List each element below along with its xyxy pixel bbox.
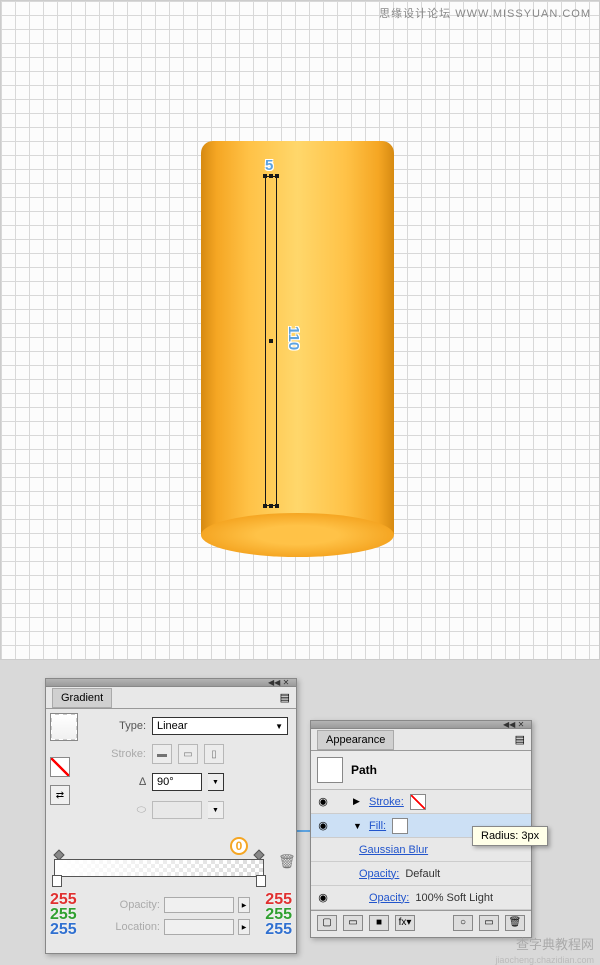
location-input[interactable] — [164, 919, 234, 935]
stroke-across-icon: ▯ — [204, 744, 224, 764]
close-icon[interactable]: ✕ — [515, 722, 527, 728]
gradient-panel-title: Gradient — [52, 688, 112, 708]
panel-tab-bar: ◀◀ ✕ — [46, 679, 296, 687]
handle-bottom-left[interactable] — [263, 504, 267, 508]
panel-menu-icon[interactable]: ▤ — [280, 691, 290, 704]
clear-icon[interactable]: ○ — [453, 915, 473, 931]
collapse-icon[interactable]: ◀◀ — [268, 680, 280, 686]
appearance-target-row[interactable]: Path — [311, 751, 531, 790]
type-label: Type: — [96, 720, 146, 732]
gradient-panel-body: ⇄ Type: Linear ▼ Stroke: ▬ ▭ ▯ — [46, 709, 296, 939]
canvas-grid[interactable]: 思缘设计论坛 WWW.MISSYUAN.COM 5 110 — [0, 0, 600, 660]
color-stop-left[interactable] — [52, 875, 62, 887]
tooltip-radius: Radius: 3px — [472, 826, 548, 846]
handle-bottom-mid[interactable] — [269, 504, 273, 508]
stroke-label[interactable]: Stroke: — [369, 796, 404, 808]
fill-opacity-label[interactable]: Opacity: — [359, 868, 399, 880]
stroke-label: Stroke: — [96, 748, 146, 760]
rgb-left-g: 255 — [50, 907, 77, 922]
panel-title-bar: Appearance ▤ — [311, 729, 531, 751]
add-fill-icon[interactable]: ■ — [369, 915, 389, 931]
watermark-bottom-url: jiaocheng.chazidian.com — [495, 955, 594, 965]
aspect-input — [152, 801, 202, 819]
handle-top-mid[interactable] — [269, 174, 273, 178]
delete-icon[interactable]: 🗑 — [505, 915, 525, 931]
dimension-height-label: 110 — [285, 326, 302, 350]
color-stop-right[interactable] — [256, 875, 266, 887]
rgb-right: 255 255 255 — [265, 892, 292, 937]
object-opacity-label[interactable]: Opacity: — [369, 892, 409, 904]
panel-tab-bar: ◀◀ ✕ — [311, 721, 531, 729]
handle-bottom-right[interactable] — [275, 504, 279, 508]
rgb-left-b: 255 — [50, 922, 77, 937]
target-thumbnail — [317, 757, 343, 783]
handle-top-right[interactable] — [275, 174, 279, 178]
stroke-swatch-none[interactable] — [410, 794, 426, 810]
delete-stop-icon[interactable]: 🗑 — [278, 853, 292, 869]
object-opacity-value: 100% Soft Light — [415, 892, 493, 904]
dropdown-arrow-icon: ▼ — [275, 722, 283, 731]
gradient-preview-swatch[interactable] — [50, 713, 78, 741]
zero-badge: 0 — [230, 837, 248, 855]
opacity-input[interactable] — [164, 897, 234, 913]
panels-area: ◀◀ ✕ Gradient ▤ ⇄ Type: — [0, 660, 600, 965]
new-art-icon[interactable]: ▢ — [317, 915, 337, 931]
appearance-footer: ▢ ▭ ■ fx▾ ○ ▭ 🗑 — [311, 910, 531, 934]
expand-icon[interactable]: ▼ — [353, 821, 363, 831]
reverse-gradient-icon[interactable]: ⇄ — [50, 785, 70, 805]
add-effect-icon[interactable]: fx▾ — [395, 915, 415, 931]
gradient-panel[interactable]: ◀◀ ✕ Gradient ▤ ⇄ Type: — [45, 678, 297, 954]
fill-opacity-row[interactable]: Opacity: Default — [311, 862, 531, 886]
handle-center[interactable] — [269, 339, 273, 343]
add-stroke-icon[interactable]: ▭ — [343, 915, 363, 931]
stroke-within-icon: ▬ — [152, 744, 172, 764]
target-name: Path — [351, 763, 377, 777]
watermark-bottom: 查字典教程网 — [516, 934, 594, 953]
stroke-along-icon: ▭ — [178, 744, 198, 764]
handle-top-left[interactable] — [263, 174, 267, 178]
type-dropdown[interactable]: Linear ▼ — [152, 717, 288, 735]
rgb-left: 255 255 255 — [50, 892, 77, 937]
location-label: Location: — [110, 921, 160, 933]
duplicate-icon[interactable]: ▭ — [479, 915, 499, 931]
watermark-top: 思缘设计论坛 WWW.MISSYUAN.COM — [379, 5, 591, 21]
visibility-icon[interactable]: ◉ — [315, 819, 331, 832]
rgb-right-r: 255 — [265, 892, 292, 907]
visibility-icon[interactable]: ◉ — [315, 891, 331, 904]
gaussian-blur-label[interactable]: Gaussian Blur — [359, 844, 428, 856]
visibility-icon[interactable]: ◉ — [315, 795, 331, 808]
aspect-dropdown-icon: ▼ — [208, 801, 224, 819]
panel-title-bar: Gradient ▤ — [46, 687, 296, 709]
opacity-arrow-icon[interactable]: ▶ — [238, 897, 250, 913]
location-arrow-icon[interactable]: ▶ — [238, 919, 250, 935]
fill-label[interactable]: Fill: — [369, 820, 386, 832]
gradient-slider[interactable] — [54, 859, 264, 877]
fill-none-swatch[interactable] — [50, 757, 70, 777]
dimension-width-label: 5 — [265, 157, 273, 174]
angle-dropdown-icon[interactable]: ▼ — [208, 773, 224, 791]
stroke-row[interactable]: ◉ ▶ Stroke: — [311, 790, 531, 814]
rgb-right-b: 255 — [265, 922, 292, 937]
expand-icon[interactable]: ▶ — [353, 796, 363, 807]
opacity-label: Opacity: — [110, 899, 160, 911]
angle-input[interactable]: 90° — [152, 773, 202, 791]
close-icon[interactable]: ✕ — [280, 680, 292, 686]
fill-opacity-value: Default — [405, 868, 440, 880]
angle-label: ∆ — [96, 776, 146, 788]
collapse-icon[interactable]: ◀◀ — [503, 722, 515, 728]
aspect-icon: ⬭ — [96, 804, 146, 817]
fill-swatch[interactable] — [392, 818, 408, 834]
rgb-right-g: 255 — [265, 907, 292, 922]
panel-menu-icon[interactable]: ▤ — [515, 733, 525, 746]
object-opacity-row[interactable]: ◉ Opacity: 100% Soft Light — [311, 886, 531, 910]
appearance-panel-title: Appearance — [317, 730, 394, 750]
type-value: Linear — [157, 720, 188, 732]
rgb-left-r: 255 — [50, 892, 77, 907]
